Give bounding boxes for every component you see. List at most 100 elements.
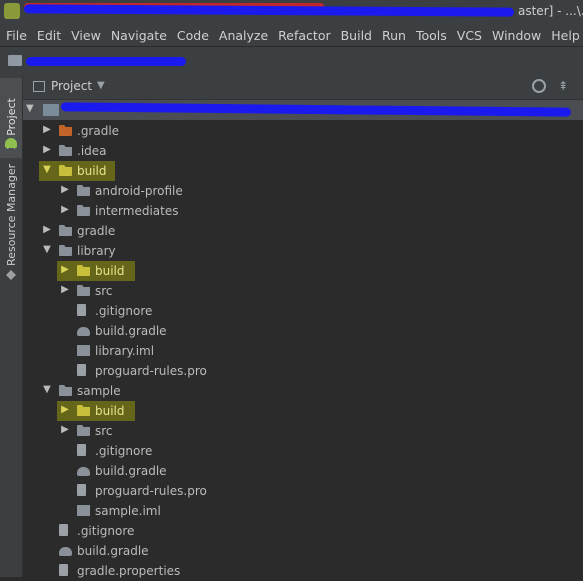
module-folder-icon: [59, 245, 72, 256]
project-panel-header: Project ▼ ⇞: [23, 75, 583, 100]
tree-item-label: proguard-rules.pro: [95, 484, 207, 498]
expand-arrow-icon[interactable]: ▼: [41, 164, 53, 175]
tree-row[interactable]: build.gradle: [23, 321, 583, 341]
menu-help[interactable]: Help: [545, 28, 583, 43]
gradle-icon: [77, 327, 90, 336]
menu-tools[interactable]: Tools: [410, 28, 451, 43]
tree-item-label: build.gradle: [95, 324, 167, 338]
menu-run[interactable]: Run: [376, 28, 410, 43]
side-tab-resource-manager[interactable]: Resource Manager: [0, 164, 22, 290]
file-icon: [77, 304, 86, 316]
tree-row[interactable]: proguard-rules.pro: [23, 481, 583, 501]
locate-icon[interactable]: [532, 79, 546, 93]
tree-item-label: android-profile: [95, 184, 183, 198]
collapse-all-icon[interactable]: ⇞: [558, 79, 568, 93]
menu-window[interactable]: Window: [486, 28, 545, 43]
collapse-arrow-icon[interactable]: ▶: [59, 404, 71, 415]
window-title: aster] - ...\.id: [518, 4, 583, 18]
shapes-icon: [6, 270, 16, 280]
tree-item-label: intermediates: [95, 204, 179, 218]
tree-item-label: .gitignore: [95, 444, 153, 458]
project-view-selector[interactable]: Project: [51, 79, 92, 93]
menu-bar: File Edit View Navigate Code Analyze Refactor B…: [0, 24, 583, 46]
tree-row[interactable]: ▶ src: [23, 281, 583, 301]
menu-edit[interactable]: Edit: [31, 28, 65, 43]
gradle-icon: [59, 547, 72, 556]
menu-file[interactable]: File: [0, 28, 31, 43]
tree-item-label: sample: [77, 384, 121, 398]
menu-refactor[interactable]: Refactor: [272, 28, 334, 43]
tree-row[interactable]: ▶ gradle: [23, 221, 583, 241]
module-folder-icon: [59, 385, 72, 396]
tree-item-label: src: [95, 284, 113, 298]
collapse-arrow-icon[interactable]: ▶: [41, 124, 53, 135]
tree-row[interactable]: ▶ src: [23, 421, 583, 441]
folder-icon: [77, 265, 90, 276]
folder-icon: [59, 225, 72, 236]
tree-item-label: sample.iml: [95, 504, 161, 518]
tree-item-label: .gradle: [77, 124, 120, 138]
tree-row[interactable]: ▼ build: [39, 161, 115, 181]
iml-file-icon: [77, 505, 90, 516]
folder-icon: [77, 405, 90, 416]
menu-analyze[interactable]: Analyze: [213, 28, 272, 43]
collapse-arrow-icon[interactable]: ▶: [41, 144, 53, 155]
tree-item-label: library: [77, 244, 116, 258]
panel-icon: [33, 81, 45, 92]
tree-root-row[interactable]: ▼: [23, 100, 583, 120]
tree-row[interactable]: ▶ .gradle: [23, 121, 583, 141]
tree-row[interactable]: ▶ intermediates: [23, 201, 583, 221]
expand-arrow-icon[interactable]: ▼: [41, 384, 53, 395]
tree-row[interactable]: ▶ .idea: [23, 141, 583, 161]
folder-icon[interactable]: [8, 55, 22, 66]
tree-row[interactable]: sample.iml: [23, 501, 583, 521]
tree-item-label: gradle.properties: [77, 564, 181, 578]
tree-item-label: build: [95, 404, 125, 418]
module-folder-icon: [43, 104, 59, 116]
side-tab-resource-label: Resource Manager: [5, 163, 18, 266]
collapse-arrow-icon[interactable]: ▶: [59, 284, 71, 295]
folder-icon: [59, 125, 72, 136]
tree-row[interactable]: ▶ build: [57, 401, 135, 421]
menu-build[interactable]: Build: [335, 28, 376, 43]
menu-view[interactable]: View: [65, 28, 105, 43]
collapse-arrow-icon[interactable]: ▶: [59, 424, 71, 435]
file-icon: [59, 564, 68, 576]
gradle-icon: [77, 467, 90, 476]
tree-row[interactable]: build.gradle: [23, 541, 583, 561]
tree-row[interactable]: .gitignore: [23, 301, 583, 321]
menu-code[interactable]: Code: [171, 28, 213, 43]
redaction-mark: [26, 57, 186, 66]
collapse-arrow-icon[interactable]: ▶: [41, 224, 53, 235]
tree-item-label: gradle: [77, 224, 116, 238]
collapse-arrow-icon[interactable]: ▶: [59, 184, 71, 195]
chevron-down-icon[interactable]: ▼: [97, 80, 105, 91]
folder-icon: [77, 285, 90, 296]
redaction-mark: [60, 102, 572, 117]
folder-icon: [59, 165, 72, 176]
expand-arrow-icon[interactable]: ▼: [41, 244, 53, 255]
collapse-arrow-icon[interactable]: ▶: [59, 264, 71, 275]
tree-row[interactable]: .gitignore: [23, 521, 583, 541]
side-tab-project[interactable]: 1: Project: [0, 78, 22, 158]
menu-vcs[interactable]: VCS: [451, 28, 486, 43]
tree-item-label: .idea: [77, 144, 107, 158]
iml-file-icon: [77, 345, 90, 356]
tree-row[interactable]: proguard-rules.pro: [23, 361, 583, 381]
tree-row[interactable]: build.gradle: [23, 461, 583, 481]
tree-row[interactable]: ▶ android-profile: [23, 181, 583, 201]
collapse-arrow-icon[interactable]: ▶: [59, 204, 71, 215]
tree-row[interactable]: .gitignore: [23, 441, 583, 461]
file-icon: [77, 364, 86, 376]
tree-row[interactable]: library.iml: [23, 341, 583, 361]
tree-row[interactable]: gradle.properties: [23, 561, 583, 581]
tree-item-label: build: [95, 264, 125, 278]
tree-item-label: .gitignore: [95, 304, 153, 318]
menu-navigate[interactable]: Navigate: [105, 28, 171, 43]
android-studio-icon: [4, 3, 20, 19]
tree-row[interactable]: ▼ library: [23, 241, 583, 261]
expand-arrow-icon[interactable]: ▼: [26, 103, 34, 114]
tree-row[interactable]: ▶ build: [57, 261, 135, 281]
tree-row[interactable]: ▼ sample: [23, 381, 583, 401]
tree-item-label: library.iml: [95, 344, 155, 358]
